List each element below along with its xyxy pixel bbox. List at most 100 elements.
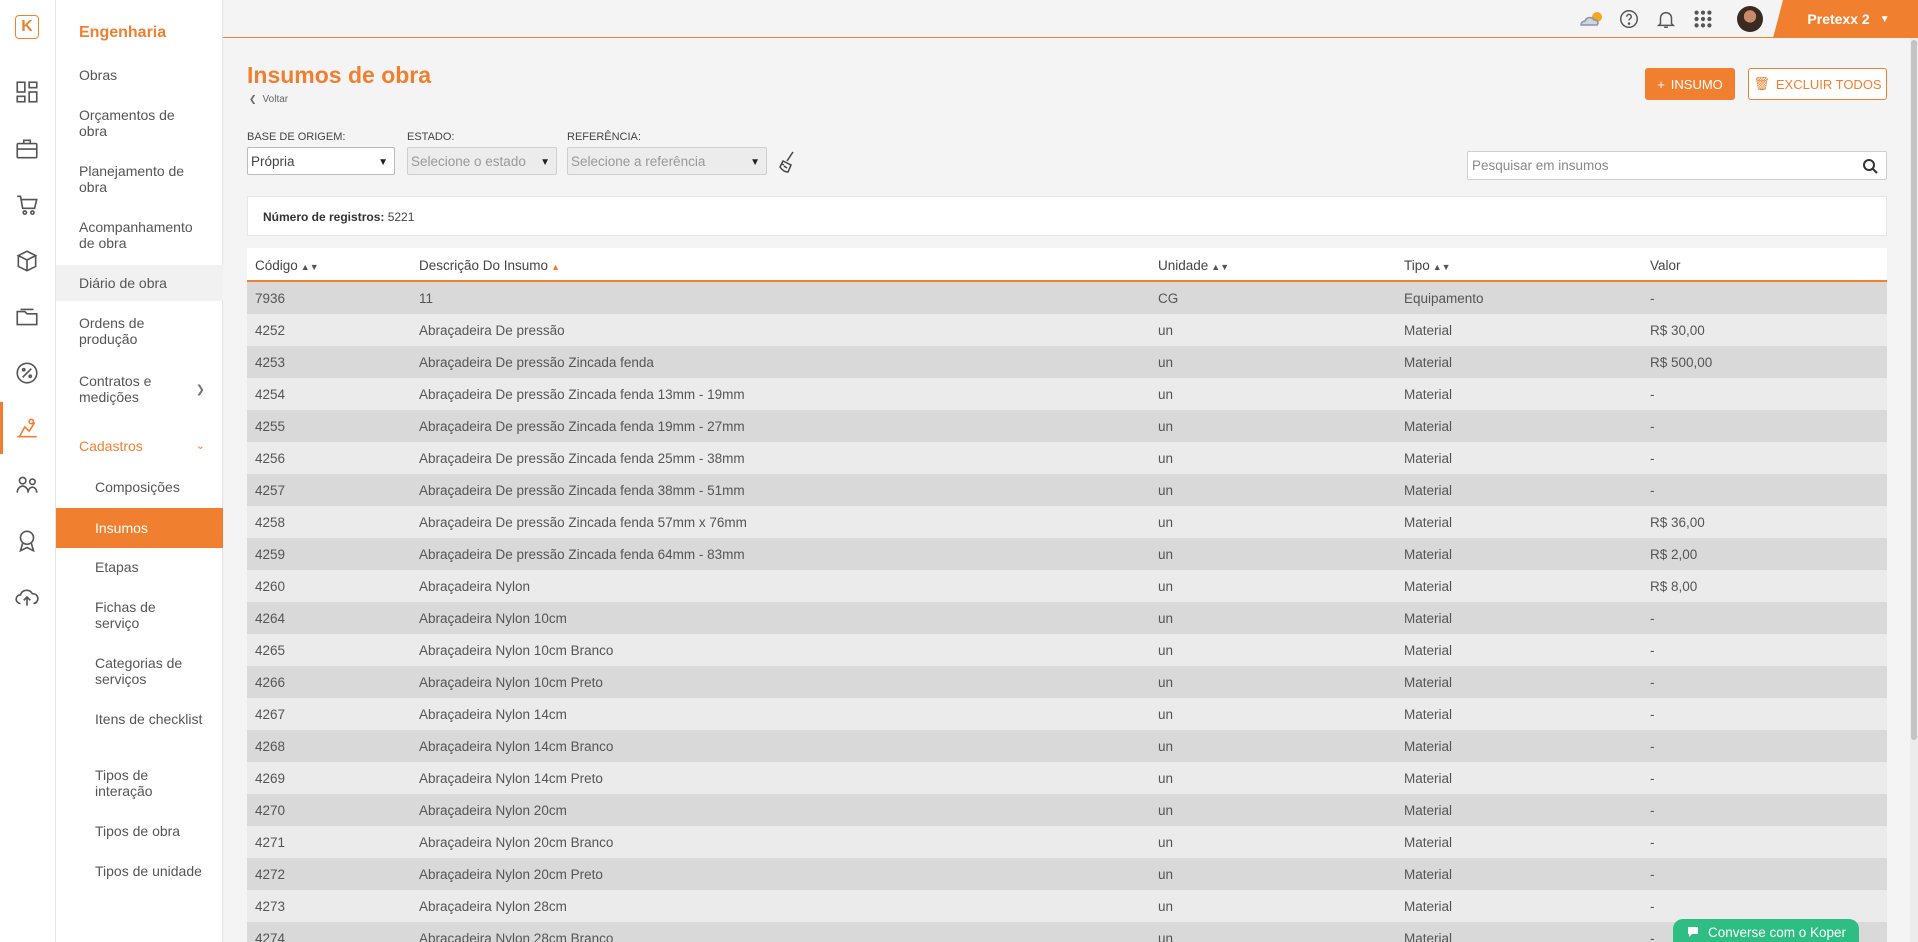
award-icon[interactable] bbox=[12, 526, 42, 556]
clear-filters-icon[interactable] bbox=[775, 149, 801, 175]
column-header-unidade[interactable]: Unidade ▲▼ bbox=[1158, 258, 1229, 273]
submenu-item-tipos-unidade[interactable]: Tipos de unidade bbox=[56, 863, 223, 879]
percent-icon[interactable] bbox=[12, 358, 42, 388]
cell-unidade: un bbox=[1158, 355, 1174, 370]
table-row[interactable]: 4253 Abraçadeira De pressão Zincada fenda… bbox=[247, 346, 1887, 378]
cart-icon[interactable] bbox=[12, 190, 42, 220]
cell-unidade: un bbox=[1158, 835, 1174, 850]
trash-icon: 🗑 bbox=[1753, 76, 1770, 91]
vertical-scrollbar[interactable] bbox=[1910, 38, 1918, 942]
cell-codigo: 4252 bbox=[255, 323, 286, 338]
menu-item-acompanhamento[interactable]: Acompanhamento de obra bbox=[56, 219, 223, 251]
table-row[interactable]: 4257 Abraçadeira De pressão Zincada fenda… bbox=[247, 474, 1887, 506]
boxes-icon[interactable] bbox=[12, 246, 42, 276]
add-insumo-button[interactable]: + INSUMO bbox=[1645, 68, 1735, 100]
cell-valor: - bbox=[1650, 835, 1655, 850]
search-box bbox=[1467, 151, 1887, 180]
table-row[interactable]: 4273 Abraçadeira Nylon 28cm un Material - bbox=[247, 890, 1887, 922]
menu-item-obras[interactable]: Obras bbox=[56, 67, 223, 83]
table-row[interactable]: 4271 Abraçadeira Nylon 20cm Branco un Mater… bbox=[247, 826, 1887, 858]
back-link[interactable]: ❮ Voltar bbox=[249, 94, 288, 105]
caret-down-icon: ▼ bbox=[378, 157, 388, 168]
submenu-item-etapas[interactable]: Etapas bbox=[56, 559, 223, 575]
bell-icon[interactable] bbox=[1655, 8, 1677, 30]
cell-valor: - bbox=[1650, 675, 1655, 690]
menu-item-ordens[interactable]: Ordens de produção bbox=[56, 315, 223, 347]
table-row[interactable]: 4272 Abraçadeira Nylon 20cm Preto un Materi… bbox=[247, 858, 1887, 890]
engineering-icon[interactable] bbox=[12, 413, 42, 443]
submenu-item-composicoes[interactable]: Composições bbox=[56, 479, 223, 495]
cell-codigo: 4257 bbox=[255, 483, 286, 498]
table-row[interactable]: 4258 Abraçadeira De pressão Zincada fenda… bbox=[247, 506, 1887, 538]
people-icon[interactable] bbox=[12, 470, 42, 500]
caret-down-icon: ▼ bbox=[1879, 13, 1890, 25]
submenu-item-interacao[interactable]: Tipos de interação bbox=[56, 767, 223, 799]
table-row[interactable]: 4260 Abraçadeira Nylon un Material R$ 8,00 bbox=[247, 570, 1887, 602]
table-row[interactable]: 4274 Abraçadeira Nylon 28cm Branco un Mater… bbox=[247, 922, 1887, 942]
referencia-select[interactable]: Selecione a referência ▼ bbox=[567, 147, 767, 175]
folder-icon[interactable] bbox=[12, 302, 42, 332]
cell-valor: - bbox=[1650, 387, 1655, 402]
estado-select[interactable]: Selecione o estado ▼ bbox=[407, 147, 557, 175]
table-row[interactable]: 4256 Abraçadeira De pressão Zincada fenda… bbox=[247, 442, 1887, 474]
cell-unidade: un bbox=[1158, 707, 1174, 722]
table-row[interactable]: 4270 Abraçadeira Nylon 20cm un Material - bbox=[247, 794, 1887, 826]
table-row[interactable]: 4264 Abraçadeira Nylon 10cm un Material - bbox=[247, 602, 1887, 634]
column-header-codigo[interactable]: Código ▲▼ bbox=[255, 258, 319, 273]
table-row[interactable]: 4268 Abraçadeira Nylon 14cm Branco un Mater… bbox=[247, 730, 1887, 762]
submenu-item-categorias[interactable]: Categorias de serviços bbox=[56, 655, 223, 687]
menu-item-contratos[interactable]: Contratos e medições ❯ bbox=[56, 373, 223, 407]
table-row[interactable]: 4269 Abraçadeira Nylon 14cm Preto un Materi… bbox=[247, 762, 1887, 794]
cell-unidade: CG bbox=[1158, 291, 1179, 306]
column-header-tipo[interactable]: Tipo ▲▼ bbox=[1404, 258, 1451, 273]
caret-down-icon: ▼ bbox=[750, 157, 760, 168]
cell-tipo: Material bbox=[1404, 643, 1453, 658]
cell-descricao: Abraçadeira Nylon 28cm bbox=[419, 899, 567, 914]
origem-select[interactable]: Própria ▼ bbox=[247, 147, 395, 175]
table-row[interactable]: 4266 Abraçadeira Nylon 10cm Preto un Materi… bbox=[247, 666, 1887, 698]
delete-all-button[interactable]: 🗑 EXCLUIR TODOS bbox=[1748, 68, 1887, 100]
scrollbar-thumb[interactable] bbox=[1911, 40, 1917, 740]
referencia-label: REFERÊNCIA: bbox=[567, 131, 641, 143]
submenu-item-fichas[interactable]: Fichas de serviço bbox=[56, 599, 223, 631]
cell-valor: - bbox=[1650, 739, 1655, 754]
apps-grid-icon[interactable] bbox=[1692, 8, 1714, 30]
submenu-item-tipos-obra[interactable]: Tipos de obra bbox=[56, 823, 223, 839]
user-menu[interactable]: Pretexx 2 ▼ bbox=[1773, 0, 1918, 38]
cell-unidade: un bbox=[1158, 611, 1174, 626]
chat-button[interactable]: Converse com o Koper bbox=[1673, 919, 1859, 942]
menu-item-orcamentos[interactable]: Orçamentos de obra bbox=[56, 107, 223, 139]
menu-item-diario[interactable]: Diário de obra bbox=[56, 265, 223, 301]
table-body: 7936 11 CG Equipamento - 4252 Abraçadeira De p… bbox=[247, 282, 1887, 942]
sidebar-menu: Engenharia Obras Orçamentos de obra Plan… bbox=[56, 0, 223, 942]
weather-icon[interactable] bbox=[1575, 8, 1609, 30]
column-header-descricao[interactable]: Descrição Do Insumo ▲ bbox=[419, 258, 560, 273]
dashboard-icon[interactable] bbox=[12, 77, 42, 107]
table-row[interactable]: 4267 Abraçadeira Nylon 14cm un Material - bbox=[247, 698, 1887, 730]
cell-unidade: un bbox=[1158, 515, 1174, 530]
submenu-item-checklist[interactable]: Itens de checklist bbox=[56, 711, 223, 727]
search-input[interactable] bbox=[1468, 152, 1848, 179]
cell-valor: R$ 500,00 bbox=[1650, 355, 1713, 370]
help-icon[interactable] bbox=[1618, 8, 1640, 30]
cell-descricao: Abraçadeira Nylon 14cm Branco bbox=[419, 739, 614, 754]
search-icon[interactable] bbox=[1862, 158, 1878, 174]
cell-tipo: Material bbox=[1404, 739, 1453, 754]
menu-item-planejamento[interactable]: Planejamento de obra bbox=[56, 163, 223, 195]
app-logo[interactable]: K bbox=[15, 15, 39, 39]
briefcase-icon[interactable] bbox=[12, 134, 42, 164]
table-row[interactable]: 4265 Abraçadeira Nylon 10cm Branco un Mater… bbox=[247, 634, 1887, 666]
cloud-upload-icon[interactable] bbox=[12, 582, 42, 612]
table-row[interactable]: 4254 Abraçadeira De pressão Zincada fenda… bbox=[247, 378, 1887, 410]
cell-tipo: Material bbox=[1404, 579, 1453, 594]
menu-item-cadastros[interactable]: Cadastros ⌄ bbox=[56, 438, 223, 454]
table-row[interactable]: 4255 Abraçadeira De pressão Zincada fenda… bbox=[247, 410, 1887, 442]
cell-unidade: un bbox=[1158, 931, 1174, 942]
table-row[interactable]: 4259 Abraçadeira De pressão Zincada fenda… bbox=[247, 538, 1887, 570]
submenu-item-insumos[interactable]: Insumos bbox=[56, 508, 223, 548]
plus-icon: + bbox=[1657, 76, 1665, 92]
table-row[interactable]: 4252 Abraçadeira De pressão un Material R$ 3… bbox=[247, 314, 1887, 346]
table-row[interactable]: 7936 11 CG Equipamento - bbox=[247, 282, 1887, 314]
cell-tipo: Material bbox=[1404, 931, 1453, 942]
avatar[interactable] bbox=[1737, 6, 1763, 32]
